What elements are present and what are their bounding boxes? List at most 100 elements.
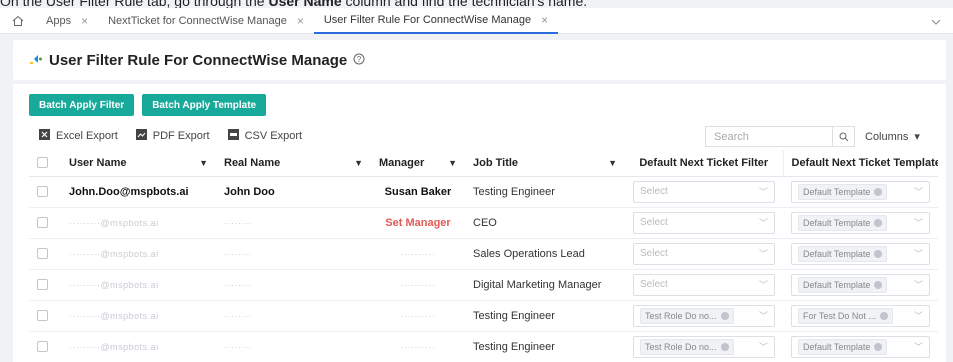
manager-cell[interactable]: Susan Baker [371,176,465,208]
tag-close-icon[interactable] [874,187,883,196]
chevron-down-icon: ﹀ [758,311,768,321]
close-icon[interactable]: × [541,13,548,27]
page-title: User Filter Rule For ConnectWise Manage [49,51,348,69]
template-tag: Default Template [798,276,888,293]
csv-icon [227,129,239,143]
job-title-cell: Digital Marketing Manager [465,269,625,301]
row-checkbox[interactable] [37,217,48,229]
pdf-icon [135,129,147,143]
chevron-down-icon: ﹀ [758,280,768,290]
chevron-down-icon: ﹀ [758,218,768,228]
page-container: User Filter Rule For ConnectWise Manage … [13,40,946,362]
pdf-export-button[interactable]: PDF Export [135,129,210,143]
tab-nextticket[interactable]: NextTicket for ConnectWise Manage × [98,8,314,34]
chevron-down-icon: ﹀ [913,187,923,197]
filter-select[interactable]: Select ﹀ [633,211,775,234]
filter-select[interactable]: Test Role Do no... ﹀ [633,304,775,327]
template-select[interactable]: For Test Do Not ... ﹀ [791,304,930,327]
chevron-down-icon: ﹀ [758,342,768,352]
template-select[interactable]: Default Template ﹀ [791,335,930,358]
filter-icon[interactable]: ▼ [608,158,617,168]
search-box: Search [705,126,855,147]
tab-apps[interactable]: Apps × [36,8,98,34]
real-name-cell: ········ [216,238,371,270]
caret-down-icon: ▾ [914,131,920,143]
excel-export-button[interactable]: Excel Export [39,129,118,143]
real-name-cell: ········ [216,331,371,362]
search-input[interactable]: Search [706,131,832,143]
select-all-checkbox[interactable] [37,157,48,169]
template-tag: Default Template [798,245,888,262]
job-title-cell: Testing Engineer [465,176,625,208]
chevron-down-icon: ﹀ [913,218,923,228]
template-tag: For Test Do Not ... [798,307,893,324]
filter-select[interactable]: Select ﹀ [633,242,775,265]
template-select[interactable]: Default Template ﹀ [791,242,930,265]
tag-close-icon[interactable] [874,249,883,258]
filter-icon[interactable]: ▼ [354,158,363,168]
close-icon[interactable]: × [81,14,88,28]
close-icon[interactable]: × [297,14,304,28]
row-checkbox[interactable] [37,310,48,322]
template-select[interactable]: Default Template ﹀ [791,180,930,203]
manager-cell[interactable]: ·········· [371,269,465,301]
tag-close-icon[interactable] [874,342,883,351]
page-header: User Filter Rule For ConnectWise Manage … [13,40,946,80]
tag-close-icon[interactable] [879,311,888,320]
filter-select[interactable]: Select ﹀ [633,273,775,296]
column-header-user-name[interactable]: User Name ▼ [61,150,216,177]
chevron-down-icon: ﹀ [913,249,923,259]
template-select[interactable]: Default Template ﹀ [791,211,930,234]
row-checkbox[interactable] [37,248,48,260]
chevron-down-icon: ﹀ [758,187,768,197]
home-icon[interactable] [0,15,36,27]
chevron-down-icon: ﹀ [913,311,923,321]
batch-apply-filter-button[interactable]: Batch Apply Filter [29,94,135,116]
filter-select[interactable]: Test Role Do no... ﹀ [633,335,775,358]
template-tag: Default Template [798,183,888,200]
columns-button[interactable]: Columns ▾ [865,130,920,144]
job-title-cell: Testing Engineer [465,300,625,332]
chevron-down-icon: ﹀ [913,342,923,352]
tag-close-icon[interactable] [874,280,883,289]
manager-cell[interactable]: ·········· [371,238,465,270]
help-icon[interactable]: ? [353,53,365,68]
real-name-cell: John Doo [216,176,371,208]
search-icon[interactable] [832,127,854,146]
table-row: ·········@mspbots.ai ········ ··········… [29,300,938,332]
manager-cell[interactable]: ·········· [371,331,465,362]
filter-select[interactable]: Select ﹀ [633,180,775,203]
set-manager-link[interactable]: Set Manager [371,207,465,239]
csv-export-button[interactable]: CSV Export [227,129,302,143]
tab-user-filter-rule[interactable]: User Filter Rule For ConnectWise Manage × [313,8,559,34]
template-tag: Default Template [798,338,888,355]
filter-icon[interactable]: ▼ [448,158,457,168]
column-header-default-filter: Default Next Ticket Filter [625,150,783,177]
tag-close-icon[interactable] [720,311,729,320]
column-header-manager[interactable]: Manager ▼ [371,150,465,177]
row-checkbox[interactable] [37,341,48,353]
filter-icon[interactable]: ▼ [199,158,208,168]
chevron-down-icon: ﹀ [758,249,768,259]
user-filter-table: User Name ▼ Real Name ▼ Manager ▼ Job Title… [29,150,938,362]
user-name-cell: ·········@mspbots.ai [61,238,216,270]
column-header-real-name[interactable]: Real Name ▼ [216,150,371,177]
template-tag: Default Template [798,214,888,231]
user-name-cell: ·········@mspbots.ai [61,269,216,301]
chevron-down-icon[interactable] [931,14,941,28]
filter-tag: Test Role Do no... [640,338,734,355]
tag-close-icon[interactable] [720,342,729,351]
batch-apply-template-button[interactable]: Batch Apply Template [142,94,267,116]
table-row: John.Doo@mspbots.ai John Doo Susan Baker… [29,176,938,208]
row-checkbox[interactable] [37,279,48,291]
real-name-cell: ········ [216,269,371,301]
job-title-cell: Testing Engineer [465,331,625,362]
table-header-row: User Name ▼ Real Name ▼ Manager ▼ Job Title… [29,150,938,177]
real-name-cell: ········ [216,207,371,239]
manager-cell[interactable]: ·········· [371,300,465,332]
row-checkbox[interactable] [37,186,48,198]
tag-close-icon[interactable] [874,218,883,227]
user-name-cell: ·········@mspbots.ai [61,331,216,362]
column-header-job-title[interactable]: Job Title ▼ [465,150,625,177]
template-select[interactable]: Default Template ﹀ [791,273,930,296]
